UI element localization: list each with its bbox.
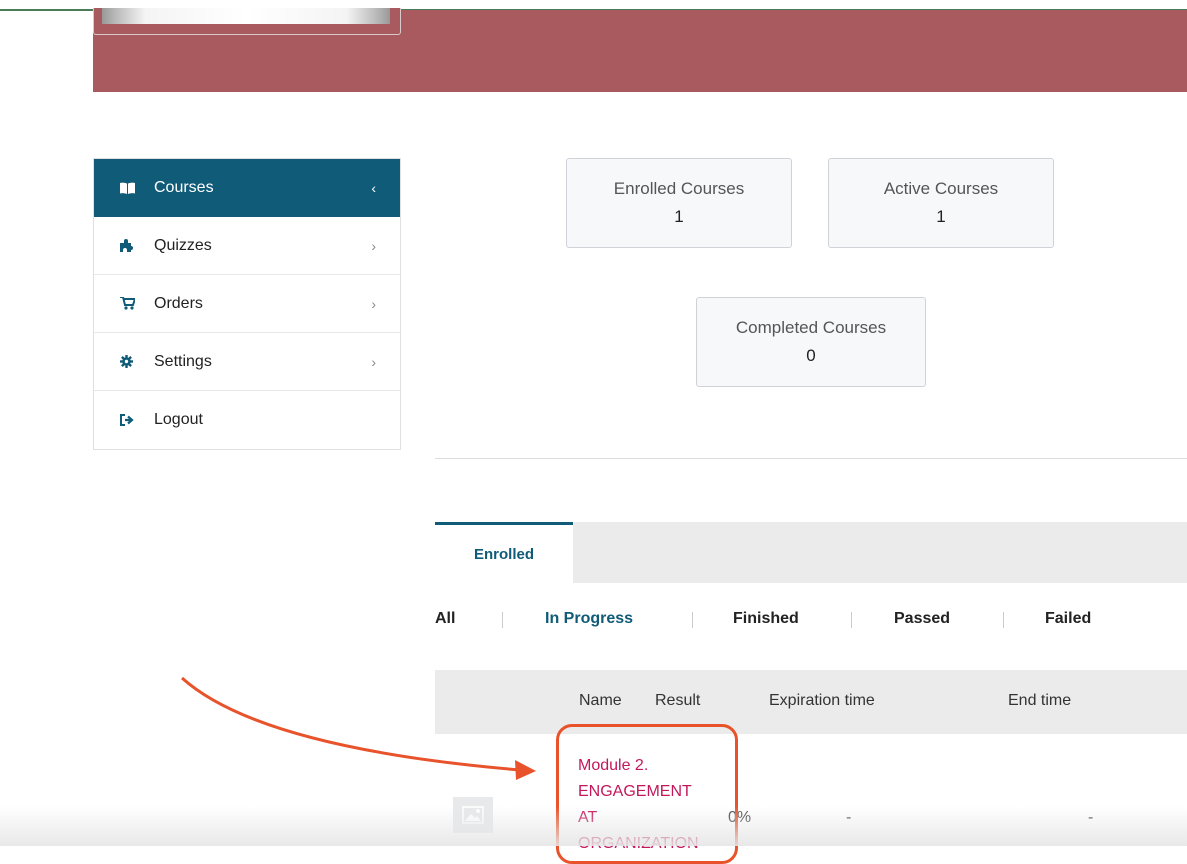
- stat-title: Enrolled Courses: [613, 179, 745, 198]
- table-header: Name Result Expiration time End time: [435, 670, 1187, 734]
- cart-icon: [120, 297, 144, 310]
- filter-separator: [502, 612, 503, 628]
- sidebar-item-label: Logout: [154, 411, 203, 428]
- stat-active-courses: Active Courses 1: [828, 158, 1054, 248]
- filter-separator: [1003, 612, 1004, 628]
- section-divider: [435, 458, 1187, 459]
- sidebar-item-label: Settings: [154, 352, 212, 370]
- column-header-result[interactable]: Result: [655, 692, 700, 710]
- annotation-highlight-box: [556, 724, 738, 864]
- stat-enrolled-courses: Enrolled Courses 1: [566, 158, 792, 248]
- filter-all[interactable]: All: [435, 610, 455, 628]
- sidebar-item-label: Courses: [154, 179, 214, 196]
- sidebar-item-settings[interactable]: Settings ›: [94, 333, 400, 391]
- gear-icon: [120, 355, 144, 368]
- sidebar-item-logout[interactable]: Logout: [94, 391, 400, 449]
- stat-value: 1: [936, 207, 946, 226]
- filter-separator: [851, 612, 852, 628]
- stat-value: 1: [674, 207, 684, 226]
- profile-banner: [93, 8, 1187, 92]
- sidebar-item-label: Quizzes: [154, 236, 212, 254]
- sidebar-item-label: Orders: [154, 294, 203, 312]
- tab-bar: Enrolled: [435, 522, 1187, 583]
- sidebar-item-orders[interactable]: Orders ›: [94, 275, 400, 333]
- chevron-left-icon: ‹: [371, 180, 376, 196]
- stat-completed-courses: Completed Courses 0: [696, 297, 926, 387]
- course-expiration-time: -: [846, 809, 852, 826]
- stat-title: Active Courses: [883, 179, 999, 198]
- logout-icon: [120, 414, 144, 426]
- filter-passed[interactable]: Passed: [894, 610, 950, 628]
- tab-enrolled[interactable]: Enrolled: [435, 522, 573, 583]
- course-thumbnail: [453, 797, 493, 833]
- chevron-right-icon: ›: [371, 295, 376, 312]
- course-end-time: -: [1088, 809, 1094, 826]
- column-header-end-time[interactable]: End time: [1008, 692, 1071, 710]
- sidebar-item-quizzes[interactable]: Quizzes ›: [94, 217, 400, 275]
- profile-card: [93, 8, 401, 35]
- filter-finished[interactable]: Finished: [733, 610, 799, 628]
- image-placeholder-icon: [462, 806, 484, 824]
- stat-value: 0: [806, 346, 816, 365]
- filter-in-progress[interactable]: In Progress: [545, 610, 633, 628]
- puzzle-icon: [120, 239, 144, 252]
- profile-image: [102, 8, 390, 24]
- filter-separator: [692, 612, 693, 628]
- column-header-expiration-time[interactable]: Expiration time: [769, 692, 875, 710]
- book-icon: [120, 182, 144, 194]
- column-header-name[interactable]: Name: [579, 692, 622, 710]
- chevron-right-icon: ›: [371, 353, 376, 370]
- sidebar-item-courses[interactable]: Courses ‹: [94, 159, 400, 217]
- sidebar-menu: Courses ‹ Quizzes › Orders › Settings › …: [93, 158, 401, 450]
- chevron-right-icon: ›: [371, 237, 376, 254]
- stat-title: Completed Courses: [735, 318, 887, 337]
- filter-failed[interactable]: Failed: [1045, 610, 1091, 628]
